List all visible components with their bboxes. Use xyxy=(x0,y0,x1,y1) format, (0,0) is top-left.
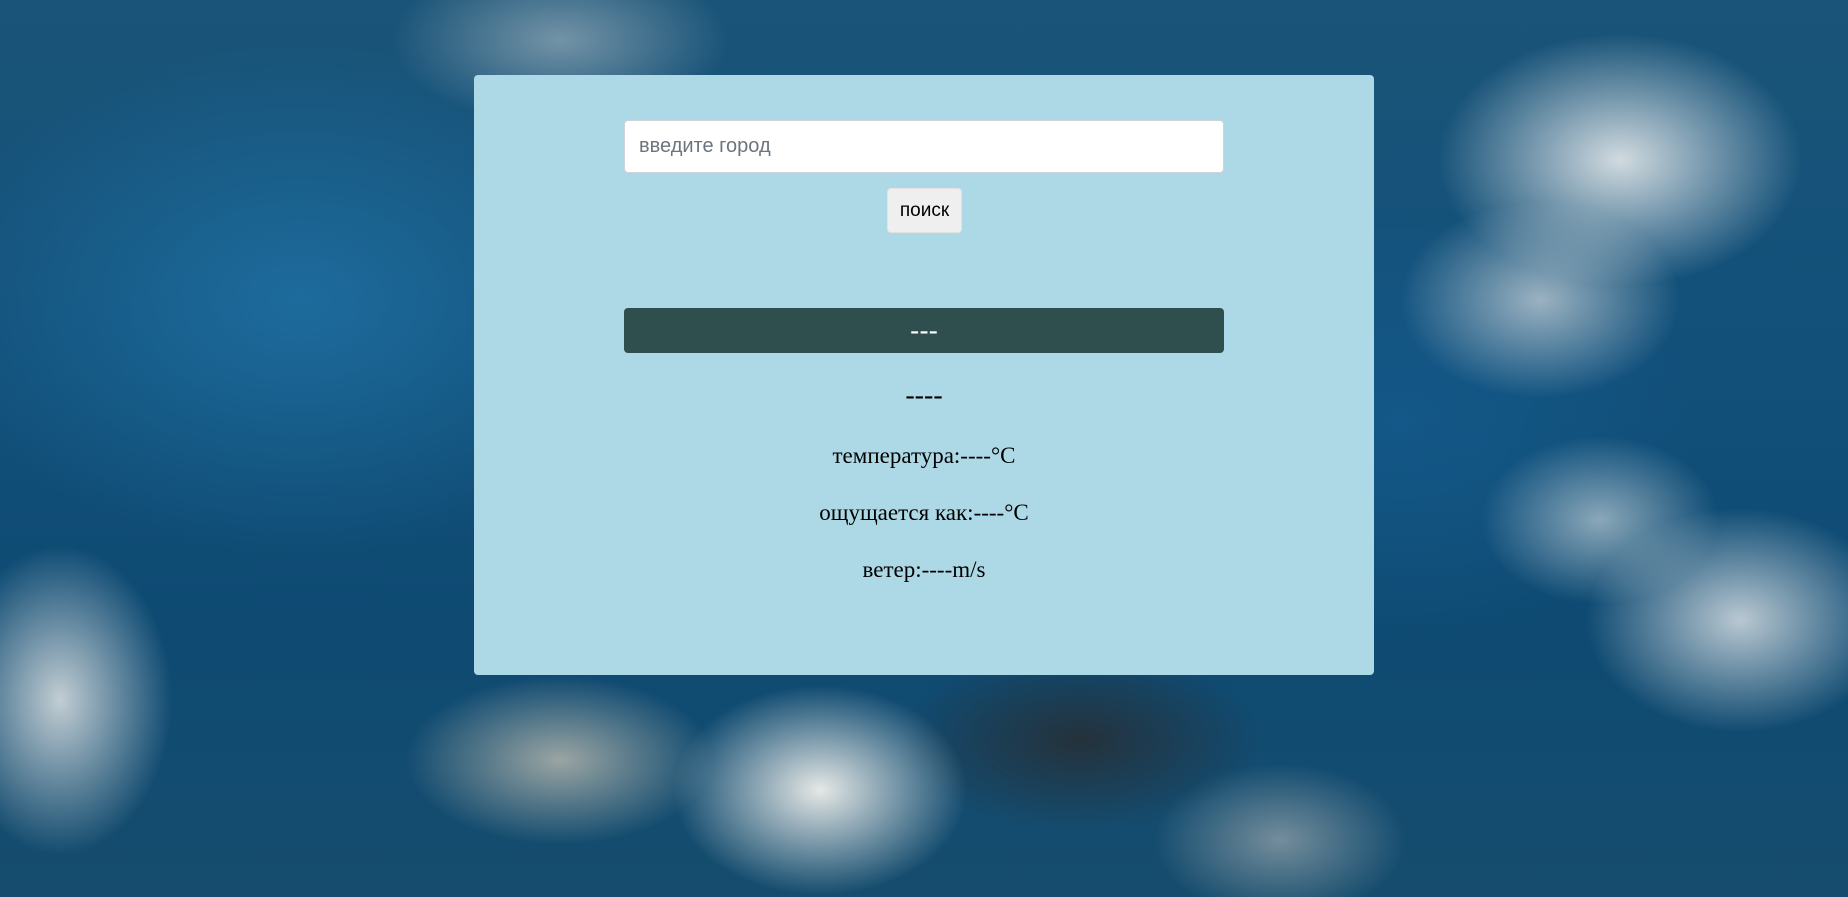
temperature-value: ---- xyxy=(960,443,991,468)
temperature-label: температура: xyxy=(832,443,961,468)
city-name-bar: --- xyxy=(624,308,1224,353)
weather-card: поиск --- ---- температура:----°C ощущае… xyxy=(474,75,1374,675)
search-button[interactable]: поиск xyxy=(887,188,962,233)
feels-like-label: ощущается как: xyxy=(819,500,974,525)
temperature-line: температура:----°C xyxy=(624,443,1224,469)
wind-value: ---- xyxy=(921,557,953,582)
wind-label: ветер: xyxy=(862,557,922,582)
feels-like-unit: °C xyxy=(1004,500,1029,525)
feels-like-value: ---- xyxy=(973,500,1005,525)
city-search-input[interactable] xyxy=(624,120,1224,173)
temperature-unit: °C xyxy=(990,443,1016,468)
wind-unit: m/s xyxy=(952,557,986,582)
wind-line: ветер:----m/s xyxy=(624,557,1224,583)
feels-like-line: ощущается как:----°C xyxy=(624,500,1224,526)
weather-description: ---- xyxy=(905,380,943,411)
